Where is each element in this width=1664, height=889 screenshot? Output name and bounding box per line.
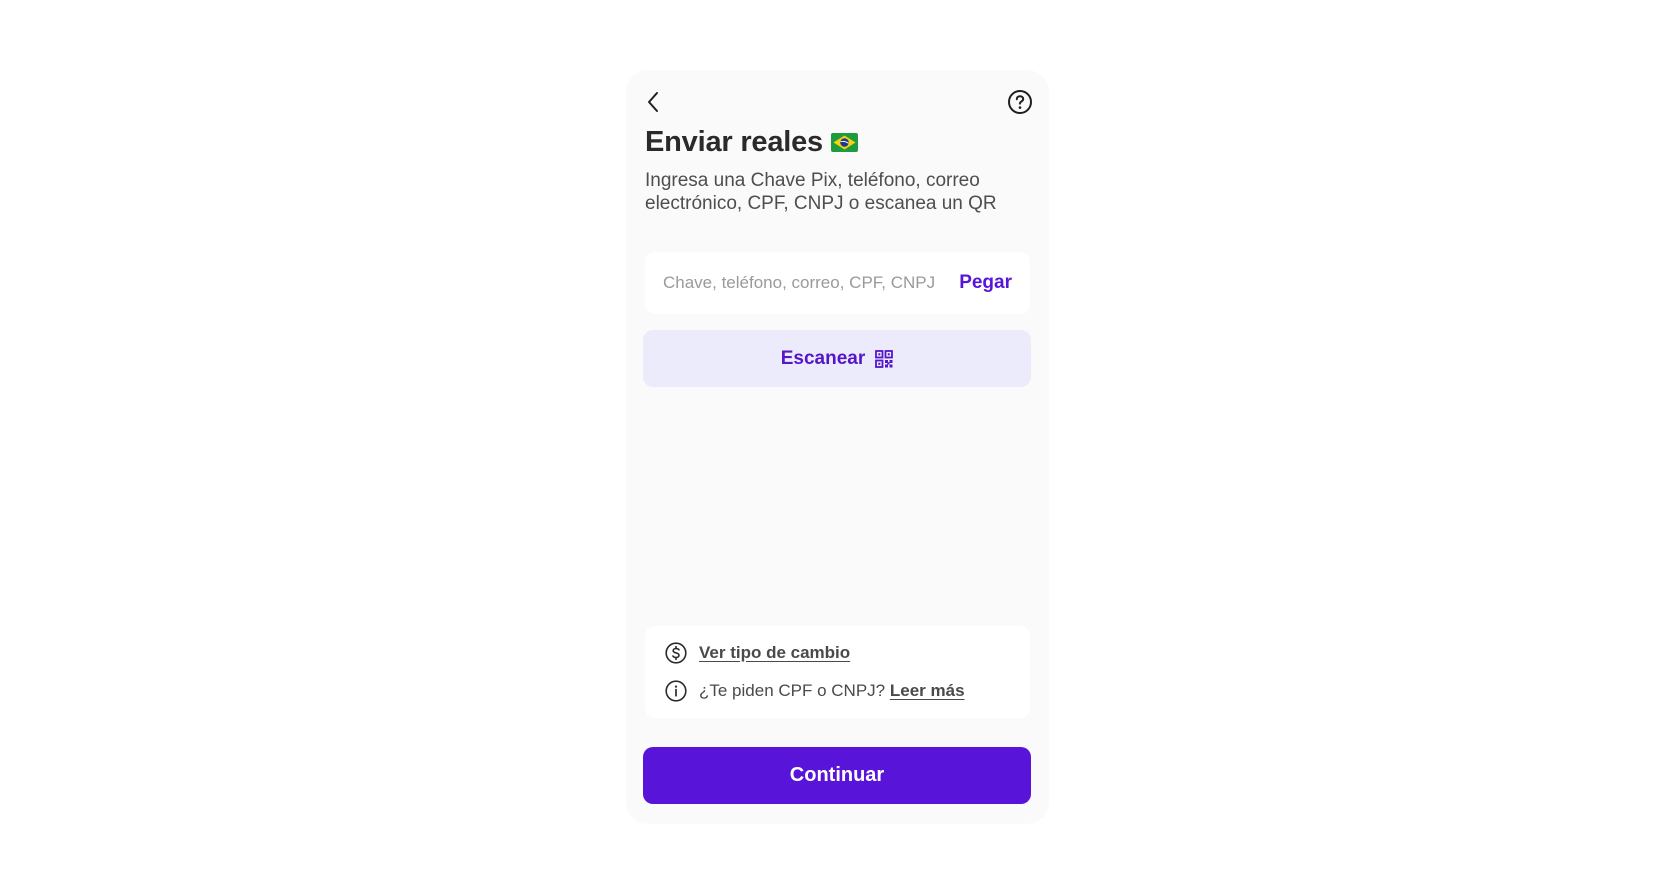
qr-code-icon: [875, 349, 894, 368]
info-card: Ver tipo de cambio ¿Te piden CPF o CNPJ?…: [645, 626, 1030, 718]
cpf-info-row: ¿Te piden CPF o CNPJ? Leer más: [665, 678, 1010, 704]
continue-button[interactable]: Continuar: [643, 747, 1031, 804]
chevron-left-icon: [648, 92, 658, 112]
scan-button[interactable]: Escanear: [643, 330, 1031, 387]
page-subtitle: Ingresa una Chave Pix, teléfono, correo …: [645, 170, 997, 214]
phone-screen: Enviar reales Ingresa una Chave Pix, tel…: [626, 70, 1049, 824]
key-input-card: Pegar: [645, 252, 1030, 314]
question-circle-icon: [1008, 90, 1032, 114]
info-circle-icon: [665, 680, 687, 702]
help-button[interactable]: [1004, 86, 1036, 118]
back-button[interactable]: [638, 86, 670, 118]
dollar-circle-icon: [665, 642, 687, 664]
brazil-flag-icon: [830, 133, 858, 152]
scan-label: Escanear: [780, 347, 866, 369]
exchange-rate-link[interactable]: Ver tipo de cambio: [699, 643, 850, 663]
page-title: Enviar reales: [645, 126, 823, 158]
cpf-question-text: ¿Te piden CPF o CNPJ? Leer más: [699, 681, 965, 701]
cpf-question: ¿Te piden CPF o CNPJ?: [699, 681, 886, 700]
read-more-link[interactable]: Leer más: [890, 681, 965, 700]
exchange-rate-row: Ver tipo de cambio: [665, 640, 1010, 666]
title-row: Enviar reales: [645, 126, 858, 159]
pix-key-input[interactable]: [663, 273, 943, 293]
continue-label: Continuar: [789, 764, 885, 786]
paste-button[interactable]: Pegar: [959, 272, 1012, 294]
